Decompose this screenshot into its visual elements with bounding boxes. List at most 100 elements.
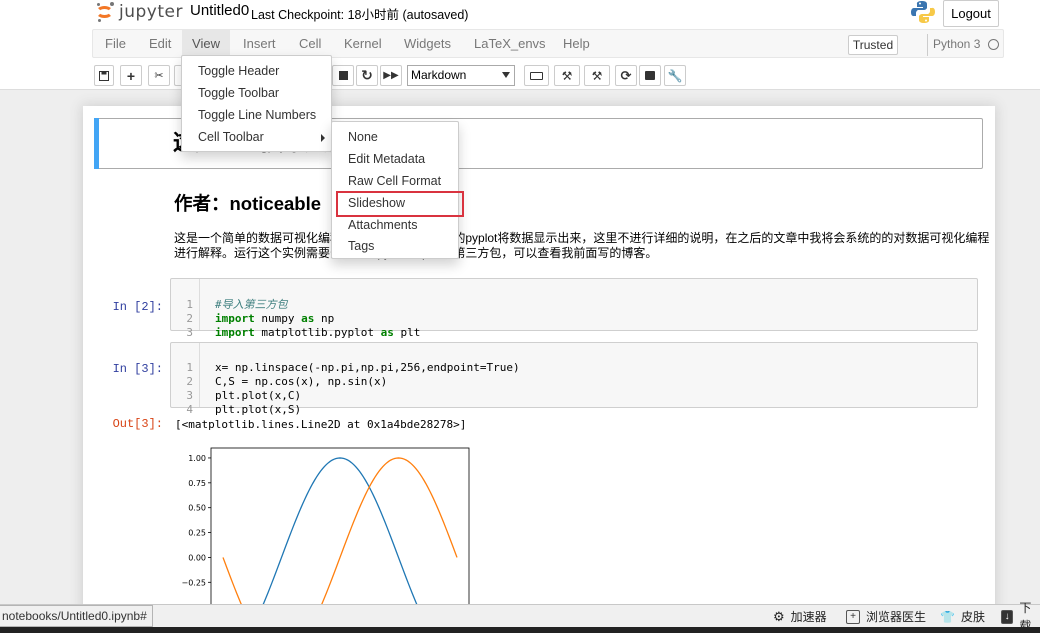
- cell-toolbar-attachments[interactable]: Attachments: [332, 214, 458, 236]
- book-icon: [645, 71, 655, 80]
- menu-item-toggle-line-numbers[interactable]: Toggle Line Numbers: [182, 104, 331, 126]
- menu-file[interactable]: File: [99, 30, 132, 58]
- menu-view[interactable]: View: [182, 30, 230, 58]
- menu-widgets[interactable]: Widgets: [398, 30, 457, 58]
- y-tick-label: 0.00: [188, 553, 206, 562]
- highlight-box: [336, 191, 464, 217]
- code-line: 3 plt.plot(x,C): [186, 389, 302, 402]
- view-menu-dropdown: Toggle Header Toggle Toolbar Toggle Line…: [181, 55, 332, 152]
- y-tick-label: −0.25: [181, 578, 206, 587]
- menu-edit[interactable]: Edit: [143, 30, 177, 58]
- command-palette-button[interactable]: [524, 65, 549, 86]
- menu-item-toggle-header[interactable]: Toggle Header: [182, 60, 331, 82]
- code-line: 4 plt.plot(x,S): [186, 403, 302, 416]
- gavel-icon: ⚒: [591, 68, 603, 83]
- logout-button[interactable]: Logout: [943, 0, 999, 27]
- cell-toolbar-none[interactable]: None: [332, 126, 458, 148]
- refresh-button[interactable]: ⟳: [615, 65, 637, 86]
- kernel-name: Python 3: [933, 37, 981, 51]
- skin-button[interactable]: 👕 皮肤: [940, 608, 985, 626]
- menu-insert[interactable]: Insert: [237, 30, 282, 58]
- code-line: 1 #导入第三方包: [186, 298, 288, 311]
- window-bottom-edge: [0, 627, 1040, 633]
- cell-toolbar-edit-metadata[interactable]: Edit Metadata: [332, 148, 458, 170]
- y-tick-label: 0.50: [188, 504, 206, 513]
- fast-forward-icon: ▶▶: [383, 70, 399, 81]
- cut-button[interactable]: ✂: [148, 65, 170, 86]
- plot-frame: [210, 447, 470, 604]
- y-tick-label: 1.00: [188, 454, 206, 463]
- accelerator-label: 加速器: [790, 610, 827, 624]
- accelerator-button[interactable]: ⚙ 加速器: [773, 608, 827, 626]
- chevron-down-icon: [502, 72, 510, 78]
- book-button[interactable]: [639, 65, 661, 86]
- notebook-container: 这是一个技术文档的标题 作者：noticeable 这是一个简单的数据可视化编程…: [83, 106, 995, 604]
- menu-latex-envs[interactable]: LaTeX_envs: [468, 30, 552, 58]
- selected-cell-indicator: [94, 118, 99, 169]
- code-line: 3 import matplotlib.pyplot as plt: [186, 326, 421, 339]
- code-line: 1 x= np.linspace(-np.pi,np.pi,256,endpoin…: [186, 361, 520, 374]
- keyboard-icon: [530, 71, 543, 80]
- jupyter-logo[interactable]: jupyter: [95, 0, 183, 24]
- restart-button[interactable]: ↻: [356, 65, 378, 86]
- browser-doctor-label: 浏览器医生: [866, 610, 927, 624]
- cell-toolbar-submenu: None Edit Metadata Raw Cell Format Slide…: [331, 121, 459, 259]
- download-button[interactable]: ↓ 下载: [1001, 601, 1040, 633]
- intro-paragraph: 这是一个简单的数据可视化编程，使用matplotlib库中的pyplot将数据显…: [174, 231, 990, 261]
- y-tick-label: 0.25: [188, 529, 206, 538]
- menu-cell[interactable]: Cell: [293, 30, 327, 58]
- output-prompt: Out[3]:: [112, 417, 163, 431]
- input-prompt: In [2]:: [112, 300, 163, 314]
- sin-series-line: [222, 457, 458, 604]
- insert-cell-button[interactable]: +: [120, 65, 142, 86]
- menu-help[interactable]: Help: [557, 30, 596, 58]
- refresh-icon: ↻: [361, 67, 373, 83]
- intro-line-1: 这是一个简单的数据可视化编程，使用matplotlib库中的pyplot将数据显…: [174, 231, 990, 245]
- y-tick-label: 0.75: [188, 479, 206, 488]
- menu-item-cell-toolbar[interactable]: Cell Toolbar: [182, 126, 331, 148]
- intro-line-2: 进行解释。运行这个实例需要安装numpy和matplotlib第三方包，可以查看…: [174, 246, 980, 261]
- interrupt-button[interactable]: [332, 65, 354, 86]
- scissors-icon: ✂: [154, 70, 164, 82]
- checkpoint-status: Last Checkpoint: 18小时前 (autosaved): [251, 8, 469, 22]
- gavel-icon: ⚒: [561, 68, 573, 83]
- cell-type-select[interactable]: Markdown: [407, 65, 515, 86]
- shirt-icon: 👕: [940, 610, 955, 624]
- kernel-idle-icon: [988, 39, 999, 50]
- skin-label: 皮肤: [960, 610, 985, 624]
- menu-kernel[interactable]: Kernel: [338, 30, 388, 58]
- input-prompt: In [3]:: [112, 362, 163, 376]
- code-line: 2 C,S = np.cos(x), np.sin(x): [186, 375, 388, 388]
- python-logo-icon: [911, 1, 935, 23]
- cell-toolbar-raw-cell-format[interactable]: Raw Cell Format: [332, 170, 458, 192]
- trusted-indicator[interactable]: Trusted: [848, 35, 898, 55]
- save-button[interactable]: [94, 65, 114, 86]
- notebook-name[interactable]: Untitled0: [190, 2, 249, 19]
- wrench-icon: 🔧: [667, 68, 683, 83]
- plus-icon: +: [126, 67, 136, 84]
- code-line: 2 import numpy as np: [186, 312, 335, 325]
- jupyter-logo-text: jupyter: [119, 2, 183, 22]
- extension-button-2[interactable]: ⚒: [584, 65, 610, 86]
- menu-item-toggle-toolbar[interactable]: Toggle Toolbar: [182, 82, 331, 104]
- status-url: notebooks/Untitled0.ipynb#: [0, 605, 153, 627]
- author-heading: 作者：noticeable: [174, 193, 321, 214]
- download-icon: ↓: [1001, 610, 1014, 624]
- submenu-caret-icon: [321, 134, 325, 142]
- save-icon: [99, 70, 109, 81]
- medkit-icon: +: [846, 610, 860, 624]
- extension-button-1[interactable]: ⚒: [554, 65, 580, 86]
- cos-series-line: [262, 457, 418, 604]
- browser-doctor-button[interactable]: + 浏览器医生: [846, 608, 926, 626]
- restart-run-all-button[interactable]: ▶▶: [380, 65, 402, 86]
- stop-icon: [338, 71, 348, 80]
- code-cell-1[interactable]: 1 #导入第三方包 2 import numpy as np 3 import mat…: [170, 278, 978, 339]
- refresh-icon: ⟳: [620, 67, 632, 83]
- code-cell-2[interactable]: 1 x= np.linspace(-np.pi,np.pi,256,endpoin…: [170, 342, 978, 416]
- kernel-divider: [927, 34, 928, 56]
- settings-button[interactable]: 🔧: [664, 65, 686, 86]
- cell-toolbar-label: Cell Toolbar: [198, 130, 264, 144]
- jupyter-logo-icon: [95, 1, 117, 23]
- notebook-header: jupyter Untitled0 Last Checkpoint: 18小时前…: [0, 0, 1040, 90]
- cell-toolbar-tags[interactable]: Tags: [332, 235, 458, 257]
